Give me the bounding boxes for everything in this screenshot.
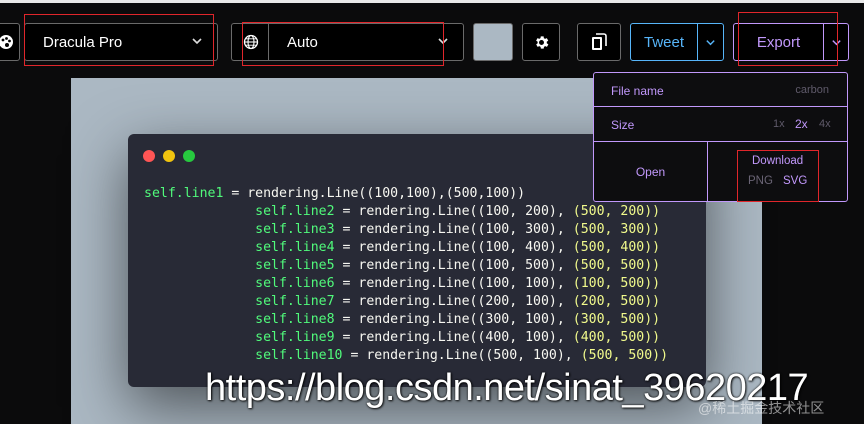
- file-name-input[interactable]: carbon: [795, 84, 829, 96]
- size-label: Size: [611, 118, 635, 132]
- top-border: [0, 0, 864, 3]
- globe-icon[interactable]: [231, 23, 269, 61]
- export-menu: File name carbon Size 1x 2x 4x Open Down…: [593, 72, 848, 202]
- code-line: self.line2 = rendering.Line((100, 200), …: [144, 204, 660, 219]
- code-tuple: (500, 500)): [572, 258, 661, 273]
- code-tuple: (100, 500)): [572, 276, 661, 291]
- code-variable: self.line7: [255, 294, 335, 309]
- code-line: self.line9 = rendering.Line((400, 100), …: [144, 330, 660, 345]
- code-variable: self.line8: [255, 312, 335, 327]
- code-text: = rendering.Line((400, 100),: [334, 330, 573, 345]
- code-line: self.line5 = rendering.Line((100, 500), …: [144, 258, 660, 273]
- code-tuple: (500, 400)): [572, 240, 661, 255]
- code-editor[interactable]: self.line1 = rendering.Line((100,100),(5…: [144, 185, 668, 365]
- background-color-swatch[interactable]: [473, 23, 513, 61]
- tweet-options-button[interactable]: [697, 23, 724, 61]
- file-name-label: File name: [611, 84, 664, 98]
- code-text: = rendering.Line((100, 400),: [334, 240, 573, 255]
- theme-select-value: Dracula Pro: [43, 33, 123, 51]
- open-button[interactable]: Open: [594, 142, 708, 201]
- clipboard-icon[interactable]: [577, 23, 621, 61]
- code-variable: self.line10: [255, 348, 343, 363]
- gear-icon[interactable]: [522, 23, 560, 61]
- window-close-dot: [143, 150, 155, 162]
- download-label: Download: [752, 155, 804, 167]
- code-tuple: (400, 500)): [572, 330, 661, 345]
- window-minimize-dot: [163, 150, 175, 162]
- chevron-down-icon: [831, 39, 841, 45]
- palette-icon[interactable]: [0, 23, 20, 61]
- window-maximize-dot: [183, 150, 195, 162]
- download-png-button[interactable]: PNG: [748, 175, 773, 187]
- size-option-1x[interactable]: 1x: [773, 118, 785, 130]
- watermark-community: @稀土掘金技术社区: [698, 400, 825, 416]
- code-line: self.line4 = rendering.Line((100, 400), …: [144, 240, 660, 255]
- size-option-4x[interactable]: 4x: [819, 118, 831, 130]
- code-variable: self.line9: [255, 330, 335, 345]
- code-line: self.line1 = rendering.Line((100,100),(5…: [144, 186, 525, 201]
- code-variable: self.line1: [144, 186, 224, 201]
- code-variable: self.line3: [255, 222, 335, 237]
- chevron-down-icon: [191, 34, 203, 50]
- code-variable: self.line6: [255, 276, 335, 291]
- code-text: = rendering.Line((100, 300),: [334, 222, 573, 237]
- code-tuple: (500, 200)): [572, 204, 661, 219]
- code-text: = rendering.Line((100, 200),: [334, 204, 573, 219]
- tweet-button[interactable]: Tweet: [630, 23, 698, 61]
- code-text: = rendering.Line((100, 500),: [334, 258, 573, 273]
- code-text: = rendering.Line((500, 100),: [342, 348, 581, 363]
- code-line: self.line8 = rendering.Line((300, 100), …: [144, 312, 660, 327]
- language-select[interactable]: Auto: [268, 23, 464, 61]
- language-select-value: Auto: [287, 33, 318, 51]
- code-tuple: (500, 500)): [580, 348, 669, 363]
- chevron-down-icon: [706, 39, 715, 45]
- code-text: = rendering.Line((200, 100),: [334, 294, 573, 309]
- size-row: Size 1x 2x 4x: [594, 107, 847, 142]
- export-options-button[interactable]: [823, 23, 849, 61]
- code-variable: self.line2: [255, 204, 335, 219]
- code-text: = rendering.Line((100,100),(500,100)): [223, 186, 526, 201]
- code-tuple: (500, 300)): [572, 222, 661, 237]
- code-line: self.line3 = rendering.Line((100, 300), …: [144, 222, 660, 237]
- size-option-2x[interactable]: 2x: [795, 117, 808, 131]
- code-line: self.line10 = rendering.Line((500, 100),…: [144, 348, 668, 363]
- code-tuple: (300, 500)): [572, 312, 661, 327]
- code-tuple: (200, 500)): [572, 294, 661, 309]
- download-svg-button[interactable]: SVG: [783, 175, 807, 187]
- code-line: self.line7 = rendering.Line((200, 100), …: [144, 294, 660, 309]
- code-text: = rendering.Line((100, 100),: [334, 276, 573, 291]
- export-button[interactable]: Export: [733, 23, 824, 61]
- file-name-row[interactable]: File name carbon: [594, 73, 847, 107]
- theme-select[interactable]: Dracula Pro: [24, 23, 218, 61]
- code-text: = rendering.Line((300, 100),: [334, 312, 573, 327]
- chevron-down-icon: [437, 34, 449, 50]
- code-line: self.line6 = rendering.Line((100, 100), …: [144, 276, 660, 291]
- code-variable: self.line5: [255, 258, 335, 273]
- code-variable: self.line4: [255, 240, 335, 255]
